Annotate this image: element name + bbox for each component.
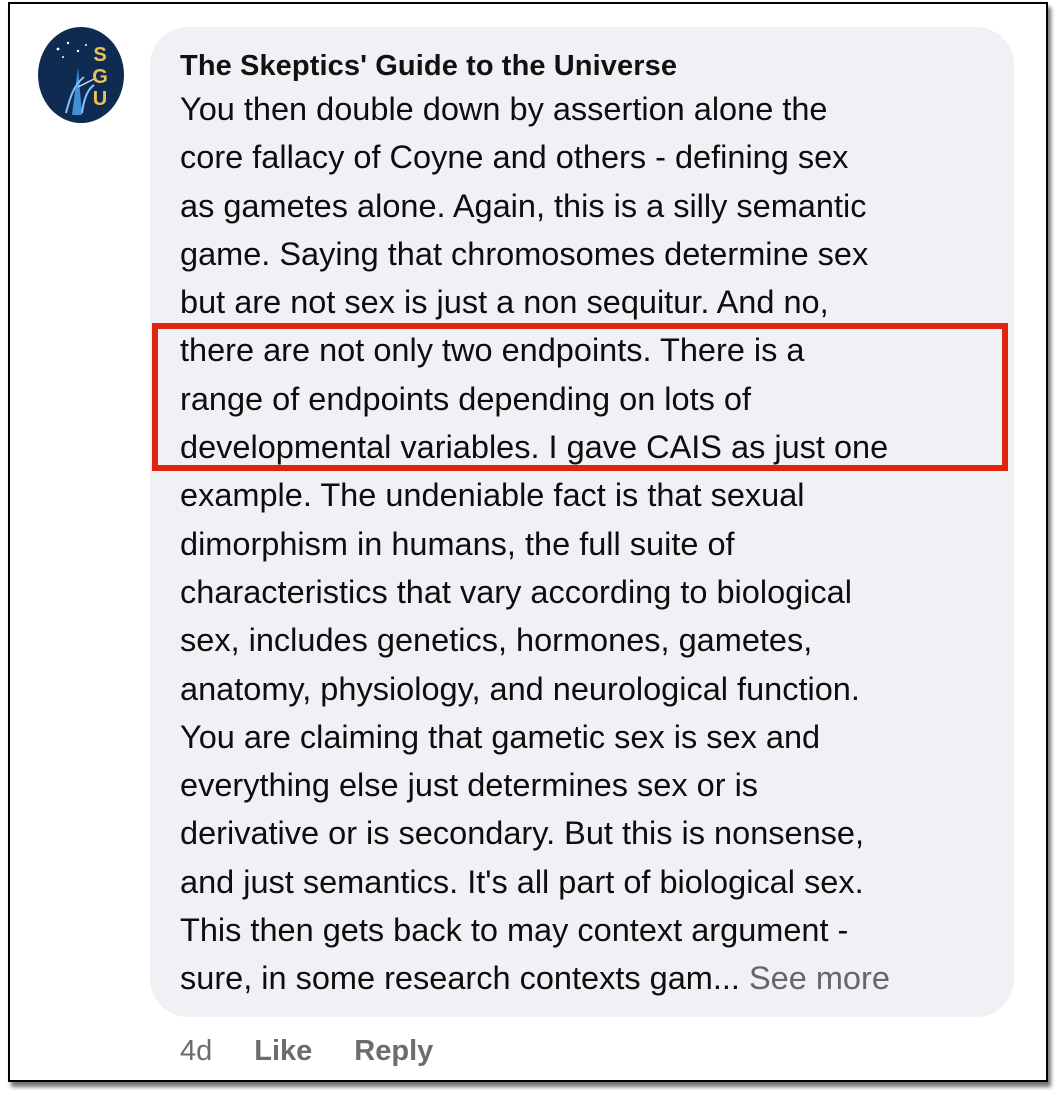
avatar-letter-u: U (93, 88, 107, 110)
comment-line: there are not only two endpoints. There … (180, 332, 805, 369)
avatar-letter-s: S (93, 44, 106, 66)
comment-line: range of endpoints depending on lots of (180, 380, 752, 417)
comment-line: core fallacy of Coyne and others - defin… (180, 139, 849, 176)
comment-line: but are not sex is just a non sequitur. … (180, 284, 829, 321)
avatar-letter-g: G (92, 66, 108, 88)
comment-line: sex, includes genetics, hormones, gamete… (180, 622, 813, 659)
comment-line: and just semantics. It's all part of bio… (180, 863, 864, 900)
comment-line: developmental variables. I gave CAIS as … (180, 429, 889, 466)
comment-author[interactable]: The Skeptics' Guide to the Universe (180, 47, 994, 85)
comment-truncated-text: sure, in some research contexts gam... (180, 960, 740, 997)
comment-line: You then double down by assertion alone … (180, 91, 828, 127)
comment-line: This then gets back to may context argum… (180, 912, 849, 949)
comment-line: dimorphism in humans, the full suite of (180, 525, 735, 562)
reply-button[interactable]: Reply (354, 1035, 433, 1068)
comment-line: You are claiming that gametic sex is sex… (180, 718, 821, 755)
comment-line: game. Saying that chromosomes determine … (180, 235, 869, 272)
see-more-link[interactable]: See more (749, 960, 890, 996)
comment-line: derivative or is secondary. But this is … (180, 815, 865, 852)
sgu-logo-icon: S G U (56, 41, 108, 115)
comment-line: anatomy, physiology, and neurological fu… (180, 670, 860, 707)
comment-bubble: The Skeptics' Guide to the Universe You … (150, 27, 1014, 1017)
comment-line-last: sure, in some research contexts gam... S… (180, 954, 994, 1002)
comment-timestamp[interactable]: 4d (180, 1035, 212, 1068)
like-button[interactable]: Like (254, 1035, 312, 1068)
comment-line: example. The undeniable fact is that sex… (180, 477, 805, 514)
comment-line: characteristics that vary according to b… (180, 573, 852, 610)
comment-line: as gametes alone. Again, this is a silly… (180, 187, 867, 224)
comment-actions: 4d Like Reply (180, 1030, 475, 1072)
comment-body: You then double down by assertion alone … (180, 85, 994, 1003)
comment-line: everything else just determines sex or i… (180, 767, 759, 804)
avatar[interactable]: S G U (38, 27, 124, 123)
